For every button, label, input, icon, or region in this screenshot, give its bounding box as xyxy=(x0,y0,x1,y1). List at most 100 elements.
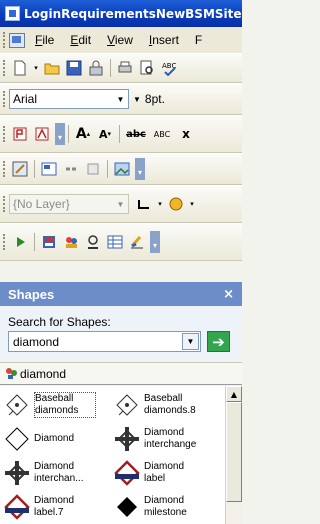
toolbar-options-icon[interactable]: ▾ xyxy=(55,123,65,145)
toolbar-options-icon[interactable]: ▾ xyxy=(150,231,160,253)
menu-file[interactable]: File xyxy=(35,33,54,47)
shapes-panel-title: Shapes xyxy=(8,286,55,302)
text-toolbar: ▾ A ▴ A ▾ abc ABC x xyxy=(0,115,242,153)
shape-baseball-diamonds-8[interactable]: Baseball diamonds.8 xyxy=(112,390,206,420)
window-titlebar: LoginRequirementsNewBSMSite xyxy=(0,0,242,27)
new-document-icon[interactable] xyxy=(11,59,29,77)
network-icon[interactable] xyxy=(84,233,102,251)
search-result-label: diamond xyxy=(20,366,67,381)
window-icon[interactable] xyxy=(84,160,102,178)
shape-label: Diamond xyxy=(34,433,75,444)
subscript-icon[interactable]: x xyxy=(177,125,195,143)
insert-picture-icon[interactable] xyxy=(40,160,58,178)
shape-diamond[interactable]: Diamond xyxy=(2,424,96,454)
people-icon[interactable] xyxy=(62,233,80,251)
toolbar-grip-icon[interactable] xyxy=(3,161,6,177)
toolbar-grip-icon[interactable] xyxy=(3,32,6,48)
shape-diamond-label[interactable]: Diamond label xyxy=(112,458,206,488)
grid-table-icon[interactable] xyxy=(106,233,124,251)
shape-label: Diamond interchange xyxy=(144,427,197,450)
layer-toolbar: {No Layer} ▼ ▾ ▾ xyxy=(0,185,242,223)
toolbar-grip-icon[interactable] xyxy=(3,196,6,212)
open-folder-icon[interactable] xyxy=(43,59,61,77)
text-style-icon[interactable] xyxy=(33,125,51,143)
scrollbar-thumb[interactable] xyxy=(226,402,242,502)
scroll-up-icon[interactable]: ▲ xyxy=(226,386,242,402)
run-icon[interactable] xyxy=(11,233,29,251)
formatting-toolbar: Arial ▼ ▼ 8pt. xyxy=(0,83,242,115)
shape-diamond-milestone[interactable]: Diamond milestone xyxy=(112,492,206,522)
arrow-right-icon: ➔ xyxy=(212,332,225,351)
shape-label: Baseball diamonds xyxy=(34,392,96,418)
document-window-icon[interactable] xyxy=(9,32,25,48)
shape-search-input[interactable]: diamond ▼ xyxy=(8,331,201,352)
database-icon[interactable] xyxy=(40,233,58,251)
diamond-interchange-icon xyxy=(2,458,32,488)
dropdown-arrow-icon[interactable]: ▾ xyxy=(189,195,195,213)
dropdown-arrow-icon[interactable]: ▾ xyxy=(157,195,163,213)
search-go-button[interactable]: ➔ xyxy=(207,331,230,352)
connector-tool-icon[interactable] xyxy=(135,195,153,213)
dropdown-arrow-icon[interactable]: ▾ xyxy=(33,59,39,77)
shape-baseball-diamonds[interactable]: Baseball diamonds xyxy=(2,390,96,420)
image-icon[interactable] xyxy=(113,160,131,178)
menu-bar: File Edit View Insert F xyxy=(0,27,242,53)
increase-font-size-icon[interactable]: A ▴ xyxy=(74,125,92,143)
visio-app-icon[interactable] xyxy=(5,6,20,21)
baseball-diamond-icon xyxy=(112,390,142,420)
chevron-down-icon[interactable]: ▼ xyxy=(113,195,128,213)
shape-diamond-interchange-2[interactable]: Diamond interchan... xyxy=(2,458,96,488)
stencil-scrollbar[interactable]: ▲ xyxy=(225,386,242,524)
shape-search-area: Search for Shapes: diamond ▼ ➔ xyxy=(0,306,242,362)
font-name-select[interactable]: Arial ▼ xyxy=(9,89,129,109)
chevron-down-icon[interactable]: ▼ xyxy=(182,333,199,350)
font-size-value: 8pt. xyxy=(144,92,165,106)
chevron-down-icon[interactable]: ▼ xyxy=(133,95,141,104)
layer-value: {No Layer} xyxy=(13,197,70,211)
search-result-tab[interactable]: diamond xyxy=(0,362,242,385)
font-name-value: Arial xyxy=(13,92,38,106)
menu-insert[interactable]: Insert xyxy=(149,33,179,47)
chart-icon[interactable] xyxy=(128,233,146,251)
print-icon[interactable] xyxy=(116,59,134,77)
search-value: diamond xyxy=(13,335,60,349)
shape-label: Diamond label.7 xyxy=(34,495,75,518)
print-preview-icon[interactable] xyxy=(138,59,156,77)
standard-toolbar: ▾ ABC xyxy=(0,53,242,83)
permission-icon[interactable] xyxy=(87,59,105,77)
toolbar-separator xyxy=(119,125,120,143)
diamond-label-icon xyxy=(2,492,32,522)
small-caps-icon[interactable]: ABC xyxy=(151,125,173,143)
diamond-milestone-icon xyxy=(112,492,142,522)
tools-toolbar: ▾ xyxy=(0,223,242,261)
strikethrough-icon[interactable]: abc xyxy=(125,125,147,143)
search-label: Search for Shapes: xyxy=(8,315,111,329)
menu-edit[interactable]: Edit xyxy=(70,33,91,47)
shapes-panel-header: Shapes × xyxy=(0,282,242,306)
text-direction-icon[interactable] xyxy=(11,125,29,143)
menu-format[interactable]: F xyxy=(195,33,202,47)
toolbar-grip-icon[interactable] xyxy=(3,60,6,76)
font-size-select[interactable]: ▼ 8pt. xyxy=(133,89,213,109)
shape-operations-icon[interactable] xyxy=(11,160,29,178)
search-result-icon xyxy=(6,368,17,379)
toolbar-separator xyxy=(34,233,35,251)
close-icon[interactable]: × xyxy=(223,287,234,302)
shape-label: Baseball diamonds.8 xyxy=(144,393,196,416)
decrease-font-size-icon[interactable]: A ▾ xyxy=(96,125,114,143)
fill-color-icon[interactable] xyxy=(167,195,185,213)
hyperlink-icon[interactable] xyxy=(62,160,80,178)
shape-diamond-label-7[interactable]: Diamond label.7 xyxy=(2,492,96,522)
toolbar-options-icon[interactable]: ▾ xyxy=(135,158,145,180)
chevron-down-icon[interactable]: ▼ xyxy=(113,90,128,108)
save-icon[interactable] xyxy=(65,59,83,77)
toolbar-grip-icon[interactable] xyxy=(3,126,6,142)
toolbar-grip-icon[interactable] xyxy=(3,91,6,107)
shape-diamond-interchange[interactable]: Diamond interchange xyxy=(112,424,206,454)
toolbar-grip-icon[interactable] xyxy=(3,234,6,250)
stencil-shapes-area: Baseball diamonds Baseball diamonds.8 Di… xyxy=(0,386,242,524)
spelling-icon[interactable]: ABC xyxy=(160,59,178,77)
menu-view[interactable]: View xyxy=(107,33,133,47)
layer-select[interactable]: {No Layer} ▼ xyxy=(9,194,129,214)
shape-label: Diamond interchan... xyxy=(34,461,84,484)
